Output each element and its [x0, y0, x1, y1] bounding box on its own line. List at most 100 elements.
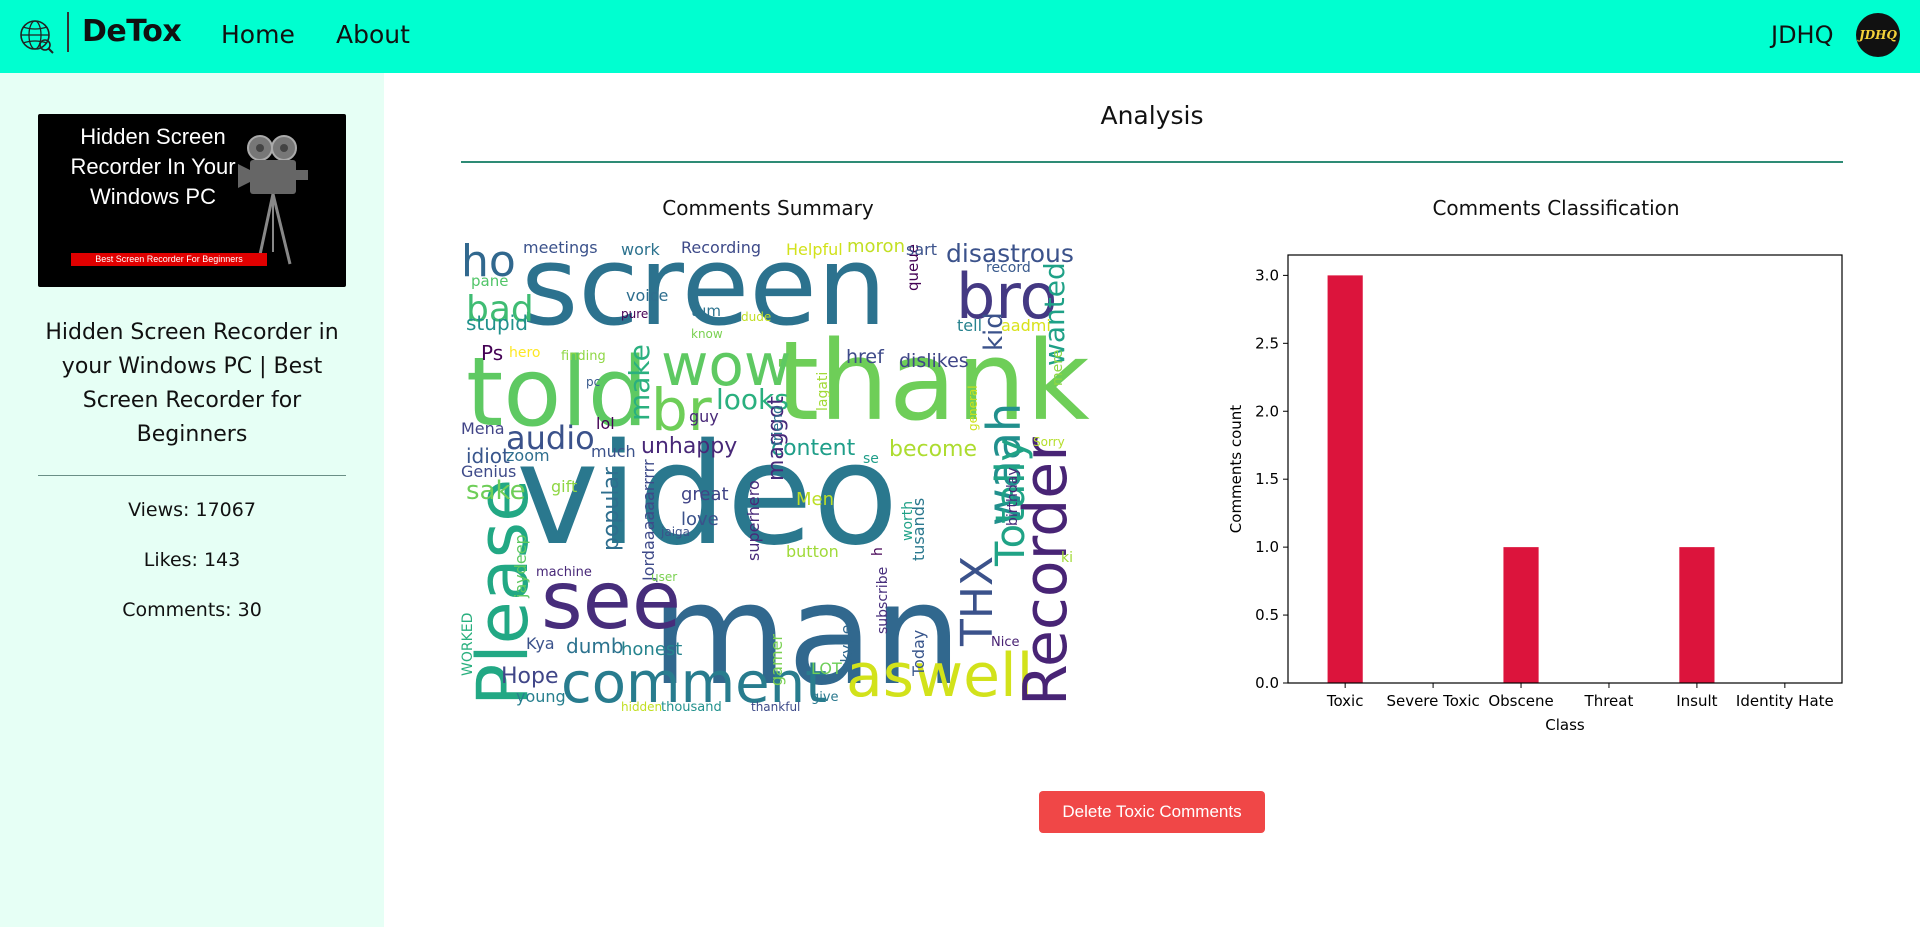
video-thumbnail[interactable]: Hidden Screen Recorder In Your Windows P…: [38, 114, 346, 287]
wordcloud-word: tum: [691, 302, 721, 320]
wordcloud-word: lagati: [815, 371, 831, 411]
y-tick-label: 1.5: [1255, 470, 1279, 488]
wordcloud-word: Nice: [991, 635, 1020, 650]
wordcloud-word: Hope: [501, 664, 559, 689]
x-tick-label: Toxic: [1326, 692, 1364, 710]
brand-name[interactable]: DeTox: [82, 14, 182, 49]
wordcloud-word: general: [966, 385, 980, 431]
nav-home-link[interactable]: Home: [221, 20, 295, 49]
wordcloud-word: zoom: [506, 446, 550, 465]
comments-wordcloud: video man screen thank see told comment aswell R…: [460, 231, 1090, 716]
wordcloud-word: hidden: [621, 700, 663, 714]
wordcloud-word: h: [870, 547, 886, 556]
y-tick-label: 2.0: [1255, 402, 1279, 420]
x-tick-label: Obscene: [1488, 692, 1553, 710]
x-axis-label: Class: [1545, 716, 1585, 734]
wordcloud-word: meetings: [523, 238, 598, 257]
wordcloud-word: sake: [466, 476, 526, 506]
y-tick-label: 3.0: [1255, 266, 1279, 284]
analysis-divider: [461, 161, 1843, 163]
x-tick-label: Threat: [1584, 692, 1634, 710]
x-tick-label: Insult: [1676, 692, 1717, 710]
wordcloud-word: jaiga: [661, 525, 690, 539]
wordcloud-word: tusands: [909, 497, 928, 561]
wordcloud-word: great: [681, 484, 729, 505]
wordcloud-word: pane: [471, 272, 509, 290]
wordcloud-word: Kya: [526, 634, 555, 653]
wordcloud-word: Helpful: [786, 240, 843, 259]
wordcloud-word: ki: [1061, 550, 1073, 566]
wordcloud-word: moron: [847, 236, 905, 257]
wordcloud-word: friend: [770, 405, 786, 446]
wordcloud-word: record: [986, 260, 1031, 276]
views-count: Views: 17067: [128, 499, 256, 521]
wordcloud-word: Mena: [461, 419, 505, 438]
wordcloud-word: Jordaaaaaarrrrr: [639, 459, 658, 581]
wordcloud-word: lol: [596, 414, 615, 433]
chart-bar: [1327, 275, 1363, 683]
likes-count: Likes: 143: [143, 549, 241, 571]
wordcloud-word: aswell: [846, 641, 1034, 711]
chart-bar: [1503, 547, 1539, 683]
comments-classification-chart: 0.0 0.5 1.0 1.5 2.0 2.5 3.0 Toxic Severe Toxic Ob…: [1227, 254, 1843, 734]
wordcloud-word: machine: [536, 565, 592, 580]
wordcloud-word: become: [889, 437, 978, 462]
wordcloud-word: pc: [586, 375, 601, 389]
wordcloud-word: kid: [979, 312, 1009, 351]
wordcloud-word: Recording: [681, 238, 762, 257]
comments-count: Comments: 30: [122, 599, 262, 621]
wordcloud-word: make: [623, 344, 656, 421]
wordcloud-word: thousand: [661, 700, 722, 715]
wordcloud-word: superhero: [744, 480, 763, 561]
wordcloud-word: give: [811, 690, 839, 705]
wordcloud-word: work: [621, 240, 660, 259]
y-tick-label: 0.5: [1255, 606, 1279, 624]
wordcloud-word: WORKED: [460, 612, 476, 676]
film-camera-icon: [238, 135, 308, 265]
x-tick-label: Identity Hate: [1736, 692, 1834, 710]
wordcloud-word: guy: [689, 407, 719, 426]
user-avatar[interactable]: JDHQ: [1856, 13, 1900, 57]
wordcloud-word: finding: [561, 349, 606, 364]
video-info-sidebar: Hidden Screen Recorder In Your Windows P…: [0, 73, 384, 927]
wordcloud-word: know: [691, 327, 723, 341]
wordcloud-word: sart: [906, 240, 937, 259]
wordcloud-word: dumb: [566, 634, 624, 658]
wordcloud-word: honest: [621, 639, 683, 660]
delete-toxic-comments-button[interactable]: Delete Toxic Comments: [1039, 791, 1265, 833]
chart-bar: [1679, 547, 1715, 683]
globe-logo-icon[interactable]: [18, 16, 56, 54]
wordcloud-word: jaydeep: [511, 534, 530, 598]
wordcloud-word: voice: [626, 286, 669, 305]
x-tick-label: Severe Toxic: [1386, 692, 1479, 710]
y-tick-label: 0.0: [1255, 674, 1279, 692]
y-tick-label: 2.5: [1255, 334, 1279, 352]
sidebar-divider: [38, 475, 346, 476]
y-tick-label: 1.0: [1255, 538, 1279, 556]
thumbnail-headline: Hidden Screen Recorder In Your Windows P…: [70, 124, 236, 209]
wordcloud-word: user: [651, 570, 678, 584]
wordcloud-word: popular: [599, 467, 624, 551]
wordcloud-word: Sorry: [1033, 435, 1065, 449]
avatar-text: JDHQ: [1859, 28, 1897, 42]
wordcloud-word: gift: [551, 477, 578, 496]
wordcloud-word: thankful: [751, 700, 801, 714]
wordcloud-word: pure: [621, 307, 649, 321]
username[interactable]: JDHQ: [1771, 21, 1834, 49]
wordcloud-word: Ps: [481, 341, 504, 365]
wordcloud-word: subscribe: [875, 566, 891, 634]
wordcloud-word: LOT: [811, 659, 842, 678]
wordcloud-word: Men: [796, 489, 835, 510]
analysis-heading: Analysis: [1100, 101, 1204, 130]
nav-about-link[interactable]: About: [336, 20, 410, 49]
wordcloud-word: stupid: [466, 311, 528, 335]
video-title: Hidden Screen Recorder in your Windows P…: [45, 320, 339, 447]
wordcloud-word: hero: [509, 345, 541, 361]
wordcloud-word: Today: [909, 629, 928, 676]
chart-frame: [1287, 254, 1843, 684]
wordcloud-word: unhappy: [641, 434, 738, 459]
wordcloud-word: href: [846, 346, 884, 368]
wordcloud-word: birthday: [1005, 467, 1021, 526]
classification-title: Comments Classification: [1432, 196, 1680, 220]
wordcloud-word: dude: [741, 310, 772, 324]
